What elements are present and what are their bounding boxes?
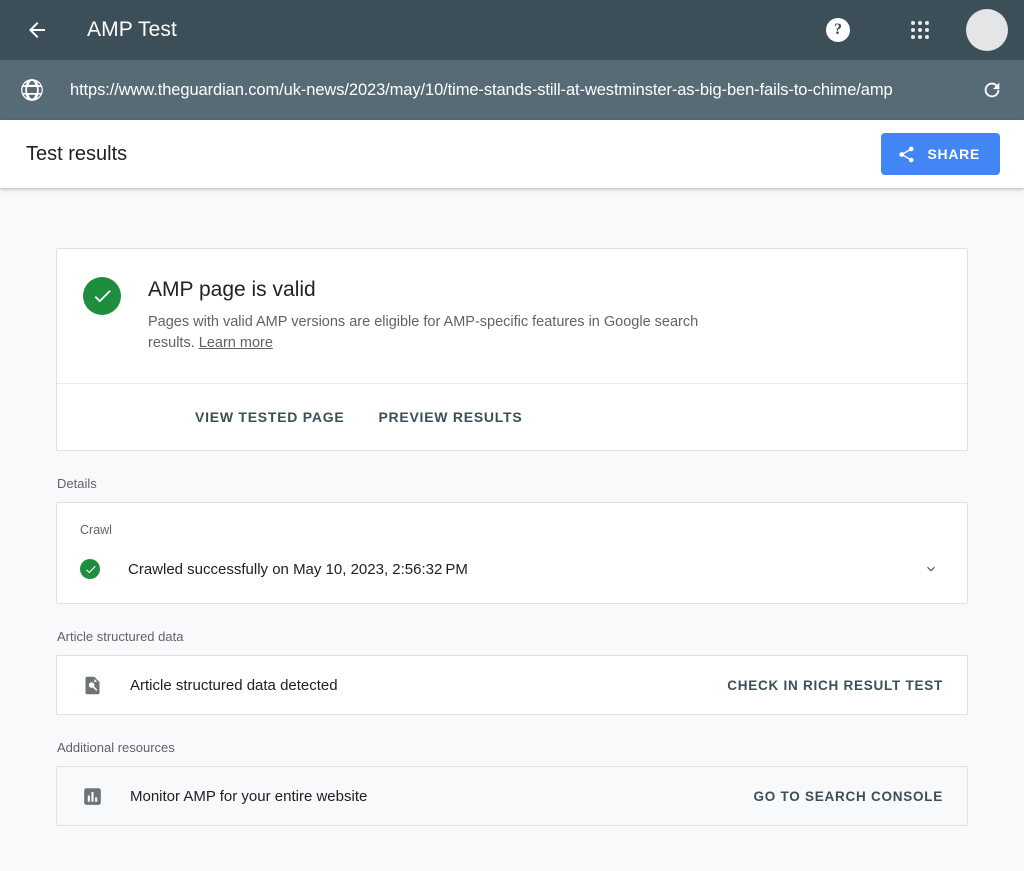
- structured-data-section-label: Article structured data: [57, 629, 968, 644]
- reload-icon[interactable]: [970, 68, 1014, 112]
- verdict-body: AMP page is valid Pages with valid AMP v…: [57, 249, 967, 384]
- crawl-row[interactable]: Crawled successfully on May 10, 2023, 2:…: [80, 557, 943, 581]
- url-bar: https://www.theguardian.com/uk-news/2023…: [0, 60, 1024, 120]
- check-circle-icon: [83, 277, 121, 315]
- document-search-icon: [80, 673, 104, 697]
- verdict-title: AMP page is valid: [148, 276, 728, 303]
- help-icon: ?: [826, 18, 850, 42]
- view-tested-page-button[interactable]: VIEW TESTED PAGE: [195, 409, 344, 425]
- details-section-label: Details: [57, 476, 968, 491]
- additional-resources-card: Monitor AMP for your entire website GO T…: [56, 766, 968, 826]
- apps-grid-dots: [911, 21, 929, 39]
- chevron-down-icon[interactable]: [919, 557, 943, 581]
- preview-results-button[interactable]: PREVIEW RESULTS: [378, 409, 522, 425]
- share-button-label: SHARE: [927, 146, 980, 162]
- help-button[interactable]: ?: [818, 10, 858, 50]
- verdict-description: Pages with valid AMP versions are eligib…: [148, 312, 728, 353]
- structured-data-card: Article structured data detected CHECK I…: [56, 655, 968, 715]
- crawl-label: Crawl: [80, 523, 943, 537]
- crawl-status-text: Crawled successfully on May 10, 2023, 2:…: [128, 561, 468, 578]
- additional-resources-section-label: Additional resources: [57, 740, 968, 755]
- verdict-card: AMP page is valid Pages with valid AMP v…: [56, 248, 968, 451]
- avatar[interactable]: [966, 9, 1008, 51]
- apps-grid-icon[interactable]: [896, 6, 944, 54]
- share-icon: [897, 145, 916, 164]
- verdict-text: AMP page is valid Pages with valid AMP v…: [148, 275, 728, 353]
- app-bar: AMP Test ?: [0, 0, 1024, 60]
- verdict-actions: VIEW TESTED PAGE PREVIEW RESULTS: [57, 384, 967, 450]
- results-header: Test results SHARE: [0, 120, 1024, 188]
- crawl-card: Crawl Crawled successfully on May 10, 20…: [56, 502, 968, 604]
- globe-icon: [18, 76, 46, 104]
- share-button[interactable]: SHARE: [881, 133, 1000, 175]
- learn-more-link[interactable]: Learn more: [199, 335, 273, 351]
- go-to-search-console-button[interactable]: GO TO SEARCH CONSOLE: [753, 789, 943, 804]
- additional-resources-text: Monitor AMP for your entire website: [130, 788, 367, 805]
- page-title: AMP Test: [87, 18, 177, 42]
- check-circle-icon: [80, 559, 100, 579]
- url-text[interactable]: https://www.theguardian.com/uk-news/2023…: [70, 81, 970, 100]
- results-title: Test results: [26, 143, 127, 166]
- results-content: AMP page is valid Pages with valid AMP v…: [0, 188, 1024, 871]
- check-in-rich-result-test-button[interactable]: CHECK IN RICH RESULT TEST: [727, 678, 943, 693]
- structured-data-text: Article structured data detected: [130, 677, 338, 694]
- bar-chart-icon: [80, 784, 104, 808]
- back-arrow-icon[interactable]: [20, 13, 54, 47]
